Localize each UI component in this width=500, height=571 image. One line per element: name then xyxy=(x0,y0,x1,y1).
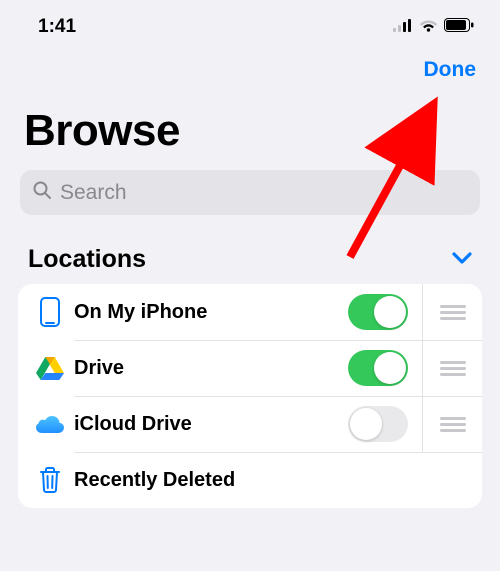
drag-icon xyxy=(440,414,466,435)
list-item-label: On My iPhone xyxy=(68,301,348,324)
list-item-label: iCloud Drive xyxy=(68,413,348,436)
cellular-icon xyxy=(393,16,413,38)
list-item-label: Drive xyxy=(68,357,348,380)
drag-icon xyxy=(440,302,466,323)
chevron-down-icon xyxy=(452,251,472,269)
reorder-handle[interactable] xyxy=(422,340,482,396)
battery-icon xyxy=(444,16,474,38)
drag-icon xyxy=(440,358,466,379)
done-button[interactable]: Done xyxy=(424,58,477,82)
status-time: 1:41 xyxy=(38,16,76,38)
locations-header[interactable]: Locations xyxy=(0,215,500,284)
locations-list: On My iPhone Drive xyxy=(18,284,482,508)
wifi-icon xyxy=(419,16,438,38)
list-item: On My iPhone xyxy=(18,284,482,340)
toggle-switch[interactable] xyxy=(348,294,408,330)
search-icon xyxy=(32,180,52,205)
trash-icon xyxy=(32,466,68,494)
list-item: iCloud Drive xyxy=(18,396,482,452)
page-title: Browse xyxy=(0,90,500,164)
search-placeholder: Search xyxy=(60,181,127,205)
status-indicators xyxy=(393,16,474,38)
list-item: Drive xyxy=(18,340,482,396)
nav-bar: Done xyxy=(0,44,500,90)
list-item-label: Recently Deleted xyxy=(68,469,482,492)
reorder-handle[interactable] xyxy=(422,284,482,340)
list-item: Recently Deleted xyxy=(18,452,482,508)
google-drive-icon xyxy=(32,356,68,380)
toggle-switch[interactable] xyxy=(348,406,408,442)
status-bar: 1:41 xyxy=(0,0,500,44)
toggle-switch[interactable] xyxy=(348,350,408,386)
reorder-handle[interactable] xyxy=(422,396,482,452)
locations-title: Locations xyxy=(28,245,146,274)
iphone-icon xyxy=(32,297,68,327)
search-input[interactable]: Search xyxy=(20,170,480,215)
icloud-icon xyxy=(32,414,68,434)
